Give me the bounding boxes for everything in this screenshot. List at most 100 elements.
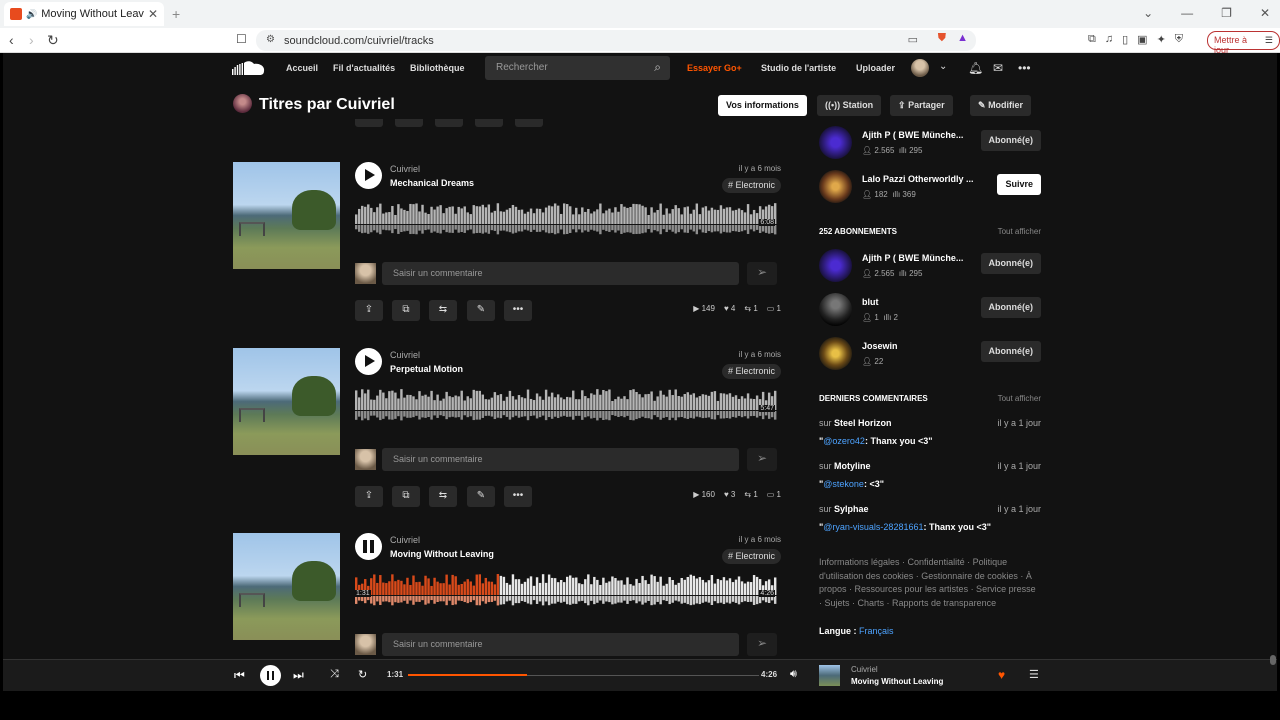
send-comment-icon[interactable]: ➢	[747, 633, 777, 656]
track-artwork[interactable]	[233, 348, 340, 455]
next-track-icon[interactable]: ⏭	[293, 668, 304, 683]
notifications-bell-icon[interactable]: 🔔︎	[968, 61, 983, 75]
sidebar-icon[interactable]: ▯	[1122, 33, 1128, 46]
comment-track-link[interactable]: Steel Horizon	[834, 418, 892, 428]
waveform[interactable]: 5:47	[355, 386, 777, 426]
genre-tag[interactable]: # Electronic	[721, 178, 781, 193]
comment-input[interactable]: Saisir un commentaire	[382, 633, 739, 656]
waveform[interactable]: 6:08	[355, 200, 777, 240]
music-icon[interactable]: ♫	[1105, 33, 1113, 46]
action-button[interactable]	[435, 119, 463, 127]
leo-ai-icon[interactable]: ✦	[1157, 33, 1166, 46]
station-button[interactable]: ((•)) Station	[817, 95, 882, 116]
following-button[interactable]: Abonné(e)	[980, 297, 1041, 318]
track-title[interactable]: Moving Without Leaving	[390, 549, 494, 559]
action-button[interactable]	[515, 119, 543, 127]
pause-button[interactable]	[355, 533, 382, 560]
user-name[interactable]: Ajith P ( BWE Münche...	[862, 253, 975, 263]
following-header[interactable]: 252 ABONNEMENTS	[819, 227, 897, 236]
follow-button[interactable]: Suivre	[997, 174, 1041, 195]
site-info-icon[interactable]: ⚙	[266, 34, 275, 45]
nav-feed[interactable]: Fil d'actualités	[333, 63, 395, 73]
comments-stat[interactable]: ▭ 1	[767, 304, 781, 313]
minimize-icon[interactable]: —	[1181, 6, 1193, 20]
comment-input[interactable]: Saisir un commentaire	[382, 262, 739, 285]
cast-icon[interactable]: ▭	[908, 33, 918, 46]
page-scrollbar[interactable]	[1270, 655, 1276, 665]
player-pause-button[interactable]	[260, 665, 281, 686]
likes-stat[interactable]: ♥ 4	[724, 304, 735, 313]
user-avatar[interactable]	[819, 337, 852, 370]
more-options-icon[interactable]: •••	[1018, 61, 1031, 75]
reposts-stat[interactable]: ⇆ 1	[744, 304, 757, 313]
artist-studio-link[interactable]: Studio de l'artiste	[761, 63, 836, 73]
repost-icon[interactable]: ⇆	[429, 486, 457, 507]
more-icon[interactable]: •••	[504, 486, 532, 507]
more-icon[interactable]: •••	[504, 300, 532, 321]
send-comment-icon[interactable]: ➢	[747, 448, 777, 471]
now-playing-artist[interactable]: Cuivriel	[851, 665, 878, 674]
nav-library[interactable]: Bibliothèque	[410, 63, 465, 73]
back-icon[interactable]: ‹	[9, 32, 14, 48]
track-title[interactable]: Mechanical Dreams	[390, 178, 474, 188]
now-playing-title[interactable]: Moving Without Leaving	[851, 677, 943, 686]
user-avatar[interactable]	[819, 126, 852, 159]
action-button[interactable]	[395, 119, 423, 127]
copy-link-icon[interactable]: ⧉	[392, 300, 420, 321]
bookmark-icon[interactable]: ☐	[236, 32, 247, 46]
track-artist[interactable]: Cuivriel	[390, 164, 420, 174]
now-playing-artwork[interactable]	[819, 665, 840, 686]
following-button[interactable]: Abonné(e)	[980, 341, 1041, 362]
brave-rewards-icon[interactable]: ▲	[957, 32, 968, 44]
volume-icon[interactable]: 🔊︎	[790, 668, 797, 681]
vpn-icon[interactable]: ⛨	[1175, 33, 1183, 46]
comment-input[interactable]: Saisir un commentaire	[382, 448, 739, 471]
user-avatar[interactable]	[911, 59, 929, 77]
user-avatar[interactable]	[819, 170, 852, 203]
brave-shield-icon[interactable]: ⛊	[938, 32, 946, 45]
edit-pencil-icon[interactable]: ✎	[467, 300, 495, 321]
tab-search-icon[interactable]: ⌄	[1143, 6, 1153, 20]
upload-link[interactable]: Uploader	[856, 63, 895, 73]
shuffle-icon[interactable]: ⤨	[330, 668, 339, 681]
edit-pencil-icon[interactable]: ✎	[467, 486, 495, 507]
repeat-icon[interactable]: ↻	[358, 668, 367, 681]
messages-envelope-icon[interactable]: ✉	[993, 61, 1003, 75]
user-avatar[interactable]	[819, 249, 852, 282]
progress-bar[interactable]	[408, 674, 759, 676]
close-tab-icon[interactable]: ✕	[148, 7, 158, 21]
track-artist[interactable]: Cuivriel	[390, 535, 420, 545]
track-artwork[interactable]	[233, 162, 340, 269]
chevron-down-icon[interactable]: ⌄	[939, 61, 947, 72]
user-name[interactable]: blut	[862, 297, 975, 307]
comment-mention[interactable]: @stekone	[823, 479, 864, 489]
see-all-following-link[interactable]: Tout afficher	[998, 227, 1041, 236]
close-window-icon[interactable]: ✕	[1260, 6, 1270, 20]
action-button[interactable]	[475, 119, 503, 127]
search-input[interactable]: Rechercher ⌕	[485, 56, 670, 80]
update-button[interactable]: Mettre à jour ☰	[1207, 31, 1280, 55]
play-button[interactable]	[355, 162, 382, 189]
browser-tab[interactable]: 🔊 Moving Without Leaving par ✕	[4, 2, 164, 26]
reposts-stat[interactable]: ⇆ 1	[744, 490, 757, 499]
share-icon[interactable]: ⇪	[355, 300, 383, 321]
comment-mention[interactable]: @ryan-visuals-28281661	[823, 522, 923, 532]
latest-comments-header[interactable]: DERNIERS COMMENTAIRES	[819, 394, 928, 403]
share-icon[interactable]: ⇪	[355, 486, 383, 507]
address-bar[interactable]: ⚙ soundcloud.com/cuivriel/tracks ▭ ⛊ ▲	[256, 30, 976, 51]
following-button[interactable]: Abonné(e)	[980, 130, 1041, 151]
see-all-comments-link[interactable]: Tout afficher	[998, 394, 1041, 403]
your-insights-button[interactable]: Vos informations	[718, 95, 807, 116]
edit-button[interactable]: ✎ Modifier	[970, 95, 1032, 116]
user-avatar[interactable]	[819, 293, 852, 326]
share-button[interactable]: ⇪ Partager	[890, 95, 953, 116]
user-name[interactable]: Josewin	[862, 341, 975, 351]
like-heart-icon[interactable]: ♥	[998, 668, 1005, 682]
nav-home[interactable]: Accueil	[286, 63, 318, 73]
language-link[interactable]: Français	[859, 626, 894, 636]
profile-avatar[interactable]	[233, 94, 252, 113]
genre-tag[interactable]: # Electronic	[721, 364, 781, 379]
comment-track-link[interactable]: Sylphae	[834, 504, 869, 514]
try-go-plus-link[interactable]: Essayer Go+	[687, 63, 742, 73]
user-name[interactable]: Lalo Pazzi Otherworldly ...	[862, 174, 975, 184]
